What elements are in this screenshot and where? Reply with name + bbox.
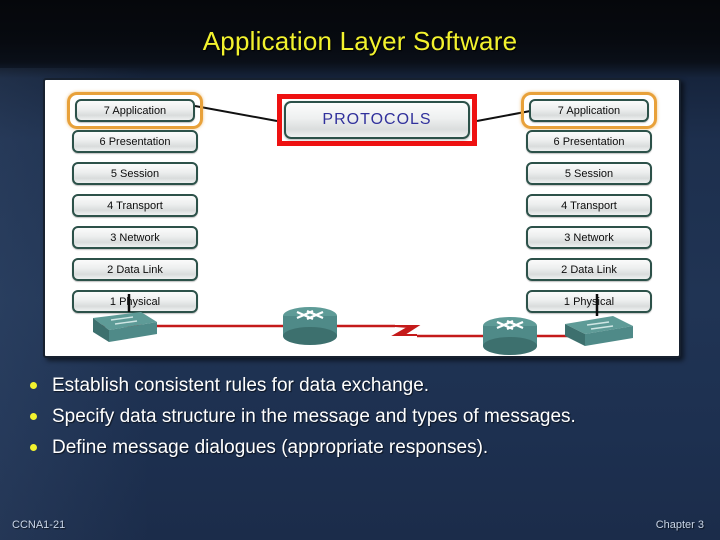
layer-label-network-right: 3 Network: [526, 226, 652, 249]
bullet-text: Define message dialogues (appropriate re…: [52, 437, 489, 458]
layer-row-presentation-left[interactable]: 6 Presentation: [67, 126, 203, 157]
wan-lightning-icon: [391, 325, 421, 336]
list-item: Define message dialogues (appropriate re…: [18, 434, 658, 461]
layer-row-session-right[interactable]: 5 Session: [521, 158, 657, 189]
osi-layer-stack-right: 7 Application 6 Presentation 5 Session 4…: [521, 92, 657, 318]
layer-label-application-right: 7 Application: [529, 99, 649, 122]
bullet-text: Specify data structure in the message an…: [52, 406, 576, 427]
bullet-list: Establish consistent rules for data exch…: [18, 372, 658, 465]
network-topology: [93, 294, 633, 355]
layer-row-datalink-right[interactable]: 2 Data Link: [521, 254, 657, 285]
layer-row-session-left[interactable]: 5 Session: [67, 158, 203, 189]
layer-label-transport-right: 4 Transport: [526, 194, 652, 217]
layer-label-network-left: 3 Network: [72, 226, 198, 249]
layer-label-transport-left: 4 Transport: [72, 194, 198, 217]
diagram-panel: 7 Application 6 Presentation 5 Session 4…: [43, 78, 681, 358]
layer-row-application-left[interactable]: 7 Application: [67, 92, 203, 129]
layer-row-network-right[interactable]: 3 Network: [521, 222, 657, 253]
footer-course-code: CCNA1-21: [12, 519, 66, 531]
layer-label-session-left: 5 Session: [72, 162, 198, 185]
layer-label-presentation-left: 6 Presentation: [72, 130, 198, 153]
footer-chapter: Chapter 3: [655, 519, 704, 531]
layer-row-application-right[interactable]: 7 Application: [521, 92, 657, 129]
switch-right-icon: [565, 316, 633, 346]
list-item: Specify data structure in the message an…: [18, 403, 658, 430]
list-item: Establish consistent rules for data exch…: [18, 372, 658, 399]
layer-row-network-left[interactable]: 3 Network: [67, 222, 203, 253]
bullet-text: Establish consistent rules for data exch…: [52, 375, 430, 396]
layer-row-datalink-left[interactable]: 2 Data Link: [67, 254, 203, 285]
layer-label-session-right: 5 Session: [526, 162, 652, 185]
bullet-dot-icon: [30, 413, 37, 420]
layer-label-datalink-left: 2 Data Link: [72, 258, 198, 281]
layer-label-datalink-right: 2 Data Link: [526, 258, 652, 281]
layer-label-application-left: 7 Application: [75, 99, 195, 122]
layer-row-transport-right[interactable]: 4 Transport: [521, 190, 657, 221]
slide: Application Layer Software 7 Application…: [0, 0, 720, 540]
router-right-icon: [483, 317, 537, 355]
osi-layer-stack-left: 7 Application 6 Presentation 5 Session 4…: [67, 92, 203, 318]
layer-row-transport-left[interactable]: 4 Transport: [67, 190, 203, 221]
switch-left-icon: [93, 312, 157, 342]
protocols-label: PROTOCOLS: [284, 101, 470, 139]
layer-label-presentation-right: 6 Presentation: [526, 130, 652, 153]
protocols-box[interactable]: PROTOCOLS: [277, 94, 477, 146]
bullet-dot-icon: [30, 382, 37, 389]
router-left-icon: [283, 307, 337, 345]
layer-row-presentation-right[interactable]: 6 Presentation: [521, 126, 657, 157]
bullet-dot-icon: [30, 444, 37, 451]
page-title: Application Layer Software: [202, 26, 518, 56]
